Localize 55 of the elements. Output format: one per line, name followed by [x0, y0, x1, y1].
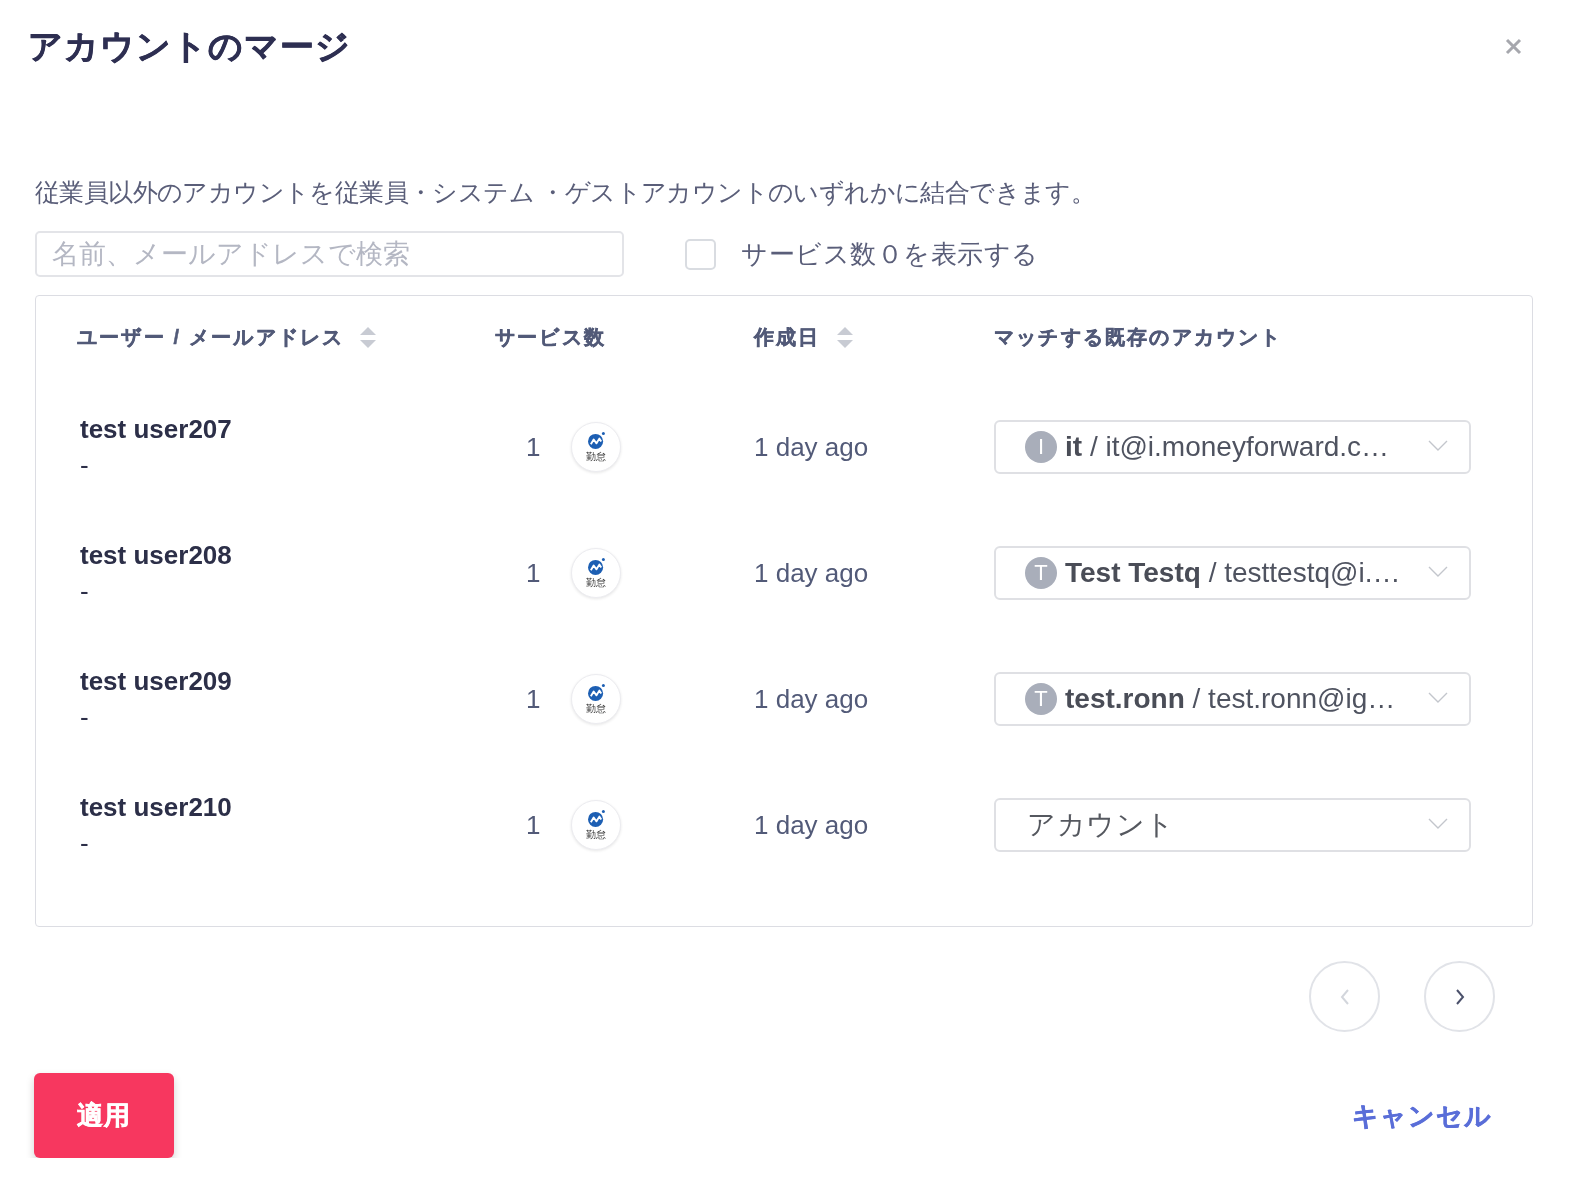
user-name: test user208 [80, 539, 232, 572]
account-avatar: T [1025, 557, 1057, 589]
service-label: 勤怠 [586, 577, 607, 588]
column-header[interactable]: 作成日 [754, 324, 821, 350]
service-label: 勤怠 [586, 829, 607, 840]
chevron-down-icon [1428, 691, 1448, 703]
user-email: - [80, 701, 89, 734]
chevron-right-icon [1454, 988, 1465, 1005]
checkbox-label: サービス数０を表示する [741, 238, 1039, 271]
chevron-down-icon [1428, 565, 1448, 577]
user-name: test user210 [80, 791, 232, 824]
apply-button[interactable]: 適用 [34, 1073, 174, 1158]
user-name: test user209 [80, 665, 232, 698]
user-email: - [80, 827, 89, 860]
service-label: 勤怠 [586, 703, 607, 714]
dropdown-placeholder: アカウント [1026, 808, 1175, 842]
account-dropdown[interactable]: アカウント [994, 798, 1471, 852]
service-count: 1 [526, 683, 541, 716]
column-header[interactable]: ユーザー / メールアドレス [77, 324, 345, 350]
user-name: test user207 [80, 413, 232, 446]
user-email: - [80, 449, 89, 482]
chevron-left-icon [1339, 988, 1350, 1005]
created-date: 1 day ago [754, 558, 869, 588]
wave-logo-icon [587, 684, 605, 701]
cancel-link[interactable]: キャンセル [1352, 1098, 1492, 1133]
account-value: it / it@i.moneyforward.c… [1065, 430, 1390, 464]
checkbox[interactable] [685, 238, 716, 270]
wave-logo-icon [587, 558, 605, 575]
service-label: 勤怠 [586, 451, 607, 462]
created-date: 1 day ago [754, 810, 869, 840]
dialog-title: アカウントのマージ [28, 26, 351, 66]
account-avatar: T [1025, 683, 1057, 715]
service-count: 1 [526, 431, 541, 464]
account-dropdown[interactable]: T Test Testq / testtestq@i.… [994, 546, 1471, 600]
sort-icon[interactable] [360, 326, 377, 348]
chevron-down-icon [1428, 817, 1448, 829]
account-value: Test Testq / testtestq@i.… [1065, 556, 1401, 590]
column-header: マッチする既存のアカウント [994, 325, 1283, 350]
account-avatar: I [1025, 431, 1057, 463]
search-field[interactable]: 名前、メールアドレスで検索 [35, 231, 624, 277]
service-count: 1 [526, 557, 541, 590]
description-text: 従業員以外のアカウントを従業員・システム ・ゲストアカウントのいずれかに結合できます。 [35, 177, 1097, 208]
created-date: 1 day ago [754, 432, 869, 462]
wave-logo-icon [587, 432, 605, 449]
chevron-down-icon [1428, 439, 1448, 451]
column-header: サービス数 [495, 325, 606, 350]
close-icon[interactable] [1505, 37, 1522, 55]
account-dropdown[interactable]: T test.ronn / test.ronn@ig… [994, 672, 1471, 726]
wave-logo-icon [587, 810, 605, 827]
created-date: 1 day ago [754, 684, 869, 714]
account-dropdown[interactable]: I it / it@i.moneyforward.c… [994, 420, 1471, 474]
service-count: 1 [526, 809, 541, 842]
sort-icon[interactable] [836, 326, 853, 348]
account-value: test.ronn / test.ronn@ig… [1065, 682, 1396, 716]
user-email: - [80, 575, 89, 608]
